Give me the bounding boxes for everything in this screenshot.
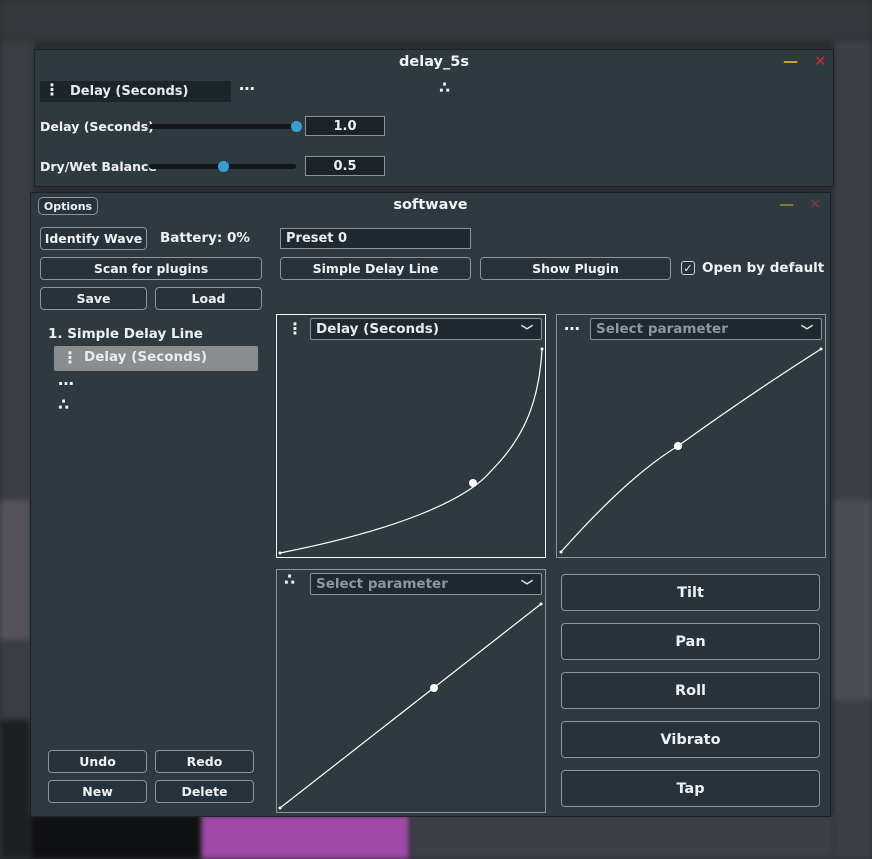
curve-panel-3[interactable]: ∴ Select parameter ﹀ [276, 569, 546, 813]
curve-2-start-point [559, 550, 563, 554]
curve-3-graph[interactable] [277, 570, 545, 812]
curve-panel-1[interactable]: ⋮ Delay (Seconds) ﹀ [276, 314, 546, 558]
curve-1-handle [469, 479, 477, 487]
minimize-icon[interactable]: — [779, 195, 794, 213]
plugin-name-button[interactable]: Simple Delay Line [280, 257, 471, 280]
drywet-param-label: Dry/Wet Balance [40, 159, 157, 174]
drywet-slider[interactable] [149, 161, 296, 172]
close-icon[interactable]: ✕ [814, 52, 827, 70]
show-plugin-button[interactable]: Show Plugin [480, 257, 671, 280]
tree-param-label: Delay (Seconds) [84, 349, 207, 365]
delete-button[interactable]: Delete [155, 780, 254, 803]
curve-1-start-point [278, 551, 282, 555]
curve-2-graph[interactable] [557, 315, 825, 557]
curve-1-end-point [540, 347, 544, 351]
options-button[interactable]: Options [38, 197, 98, 215]
curve-1-line [279, 348, 543, 554]
delay-param-label: Delay (Seconds) [40, 119, 154, 134]
roll-button[interactable]: Roll [561, 672, 820, 709]
drywet-slider-knob[interactable] [217, 161, 229, 172]
open-by-default-label: Open by default [702, 260, 825, 276]
curve-2-end-point [819, 347, 823, 351]
drywet-value-field[interactable]: 0.5 [305, 156, 385, 176]
battery-status: Battery: 0% [160, 230, 250, 246]
open-by-default-checkbox[interactable]: ✓ [681, 261, 695, 275]
curve-3-end-point [539, 602, 543, 606]
triangle-dots-icon[interactable]: ∴ [439, 80, 450, 96]
preset-name-field[interactable]: Preset 0 [280, 228, 471, 249]
curve-3-line [279, 603, 542, 809]
triangle-dots-icon[interactable]: ∴ [58, 397, 69, 413]
delay-slider-knob[interactable] [291, 121, 302, 132]
horizontal-dots-icon[interactable]: ⋯ [239, 81, 255, 97]
curve-3-handle [430, 684, 438, 692]
redo-button[interactable]: Redo [155, 750, 254, 773]
tree-param-item-selected[interactable]: ⋮ Delay (Seconds) [54, 346, 258, 371]
softwave-titlebar[interactable]: softwave — ✕ [31, 193, 830, 219]
undo-button[interactable]: Undo [48, 750, 147, 773]
curve-3-start-point [278, 806, 282, 810]
delay-param-tab-label: Delay (Seconds) [70, 84, 189, 99]
softwave-window: softwave — ✕ Options Identify Wave Batte… [30, 192, 831, 817]
curve-panel-2[interactable]: ⋯ Select parameter ﹀ [556, 314, 826, 558]
softwave-title: softwave [393, 197, 468, 213]
load-button[interactable]: Load [155, 287, 262, 310]
minimize-icon[interactable]: — [783, 52, 798, 70]
delay-window-title: delay_5s [399, 54, 469, 70]
horizontal-dots-icon[interactable]: ⋯ [58, 376, 74, 392]
curve-2-line [560, 348, 822, 553]
identify-wave-button[interactable]: Identify Wave [40, 227, 147, 250]
tree-plugin-item[interactable]: 1. Simple Delay Line [48, 326, 203, 342]
delay-window-titlebar[interactable]: delay_5s — ✕ [35, 50, 833, 76]
tap-button[interactable]: Tap [561, 770, 820, 807]
vertical-dots-icon[interactable]: ⋮ [62, 350, 78, 366]
scan-plugins-button[interactable]: Scan for plugins [40, 257, 262, 280]
close-icon[interactable]: ✕ [809, 195, 822, 213]
delay-slider[interactable] [149, 121, 302, 132]
save-button[interactable]: Save [40, 287, 147, 310]
curve-2-handle [674, 442, 682, 450]
vertical-dots-icon[interactable]: ⋮ [44, 82, 60, 98]
curve-1-graph[interactable] [277, 315, 545, 557]
delay-plugin-window: delay_5s — ✕ ⋮ Delay (Seconds) ⋯ ∴ Delay… [34, 49, 834, 187]
check-icon: ✓ [683, 261, 693, 275]
new-button[interactable]: New [48, 780, 147, 803]
vibrato-button[interactable]: Vibrato [561, 721, 820, 758]
delay-param-tab[interactable]: ⋮ Delay (Seconds) [40, 81, 231, 102]
pan-button[interactable]: Pan [561, 623, 820, 660]
delay-value-field[interactable]: 1.0 [305, 116, 385, 136]
tilt-button[interactable]: Tilt [561, 574, 820, 611]
